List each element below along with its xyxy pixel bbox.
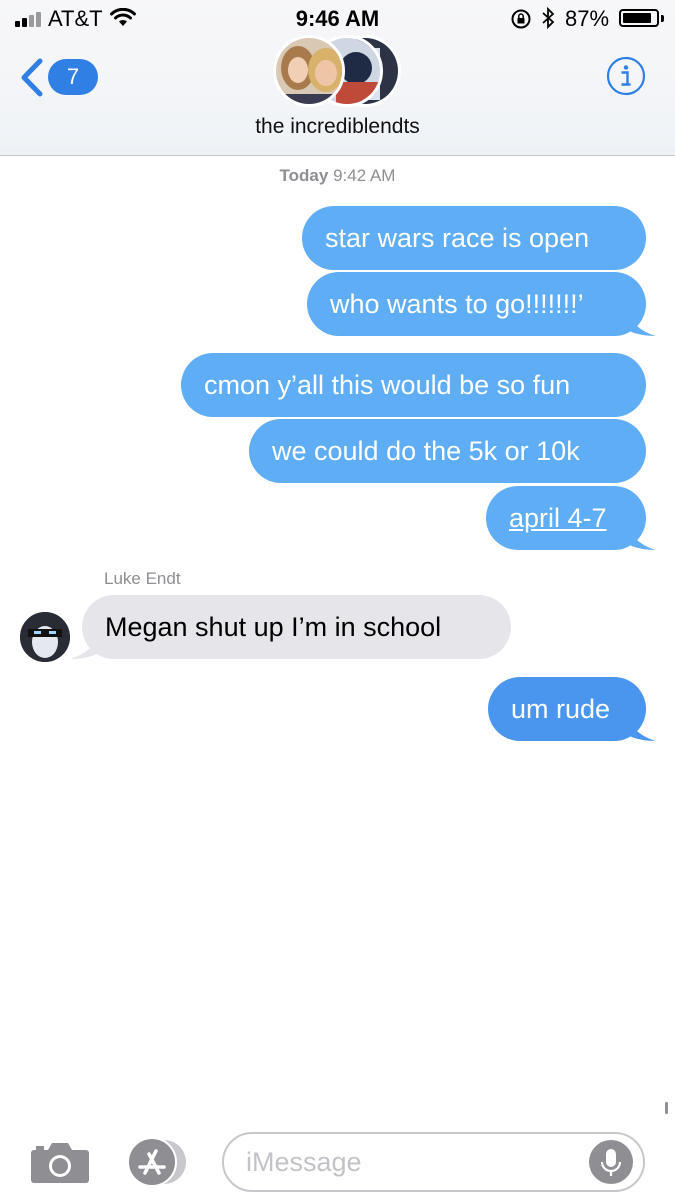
bubble-tail (624, 519, 656, 550)
message-input[interactable]: iMessage (222, 1132, 645, 1192)
message-text: star wars race is open (325, 223, 590, 253)
outgoing-message[interactable]: um rude (488, 677, 646, 741)
battery-percentage: 87% (565, 6, 610, 31)
group-member-avatar (273, 35, 345, 107)
microphone-icon (600, 1149, 622, 1176)
outgoing-message[interactable]: april 4-7 (486, 486, 646, 550)
bubble-tail (624, 710, 656, 741)
battery-icon (619, 9, 659, 27)
date-link[interactable]: april 4-7 (509, 503, 607, 533)
message-input-placeholder: iMessage (246, 1147, 362, 1177)
message-text: Megan shut up I’m in school (105, 612, 442, 642)
sender-avatar[interactable] (20, 612, 70, 662)
timestamp-day: Today (279, 166, 329, 185)
outgoing-message[interactable]: we could do the 5k or 10k (249, 419, 646, 483)
microphone-button[interactable] (589, 1140, 633, 1184)
message-text: um rude (511, 694, 611, 724)
battery-cap (661, 15, 664, 22)
timestamp-time: 9:42 AM (333, 166, 396, 185)
message-text: cmon y’all this would be so fun (204, 370, 571, 400)
chevron-left-icon (21, 58, 43, 97)
rotation-lock-icon (511, 9, 531, 29)
message-timestamp: Today 9:42 AM (0, 166, 675, 186)
outgoing-message[interactable]: star wars race is open (302, 206, 646, 270)
back-button[interactable]: 7 (18, 55, 98, 100)
group-name[interactable]: the incrediblendts (0, 115, 675, 139)
message-text: who wants to go!!!!!!!’ (330, 289, 584, 319)
scroll-indicator[interactable] (665, 1102, 668, 1114)
conversation-header: AT&T 9:46 AM 87% 7 the incrediblendts (0, 0, 675, 156)
incoming-message[interactable]: Megan shut up I’m in school (82, 595, 511, 659)
info-icon[interactable] (606, 56, 646, 96)
camera-icon[interactable] (30, 1138, 90, 1184)
bubble-tail (624, 305, 656, 336)
message-text: we could do the 5k or 10k (272, 436, 580, 466)
outgoing-message[interactable]: cmon y’all this would be so fun (181, 353, 646, 417)
app-store-icon[interactable] (126, 1137, 190, 1187)
sender-name: Luke Endt (104, 569, 181, 588)
group-avatars[interactable] (273, 35, 403, 110)
status-bar: AT&T 9:46 AM 87% (0, 0, 675, 38)
bluetooth-icon (542, 7, 555, 29)
outgoing-message[interactable]: who wants to go!!!!!!!’ (307, 272, 646, 336)
unread-count-badge: 7 (48, 59, 98, 95)
